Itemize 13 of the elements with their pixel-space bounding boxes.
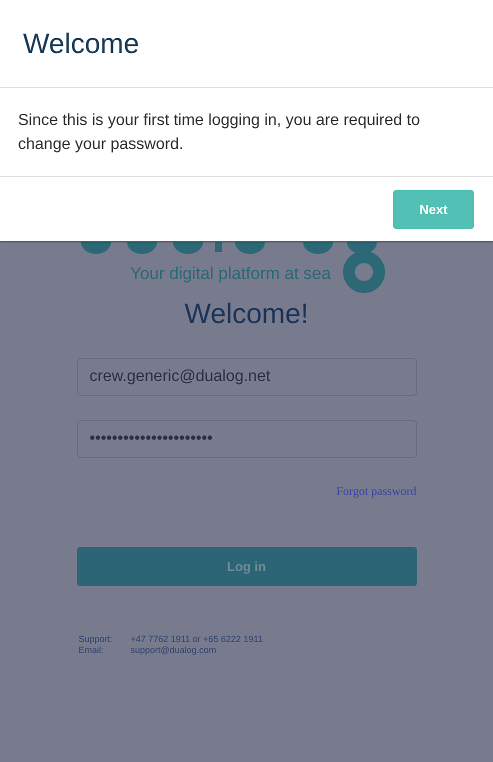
dialog-message: Since this is your first time logging in, you are required to change your password. [18,111,421,155]
next-button[interactable]: Next [393,190,474,228]
login-button[interactable]: Log in [76,547,416,586]
contact-value: support@dualog.com [130,645,218,655]
dialog-title: Welcome [23,28,140,60]
login-heading: Welcome! [184,298,310,330]
contact-label: Support: [78,634,114,644]
password-field[interactable]: •••••••••••••••••••••• [76,420,416,458]
contact-label: Email: [78,645,105,655]
email-field[interactable]: crew.generic@dualog.net [76,358,416,396]
tagline: Your digital platform at sea [130,264,331,284]
contact-value: +47 7762 1911 or +65 6222 1911 [130,634,264,644]
forgot-password-link[interactable]: Forgot password [336,484,416,499]
